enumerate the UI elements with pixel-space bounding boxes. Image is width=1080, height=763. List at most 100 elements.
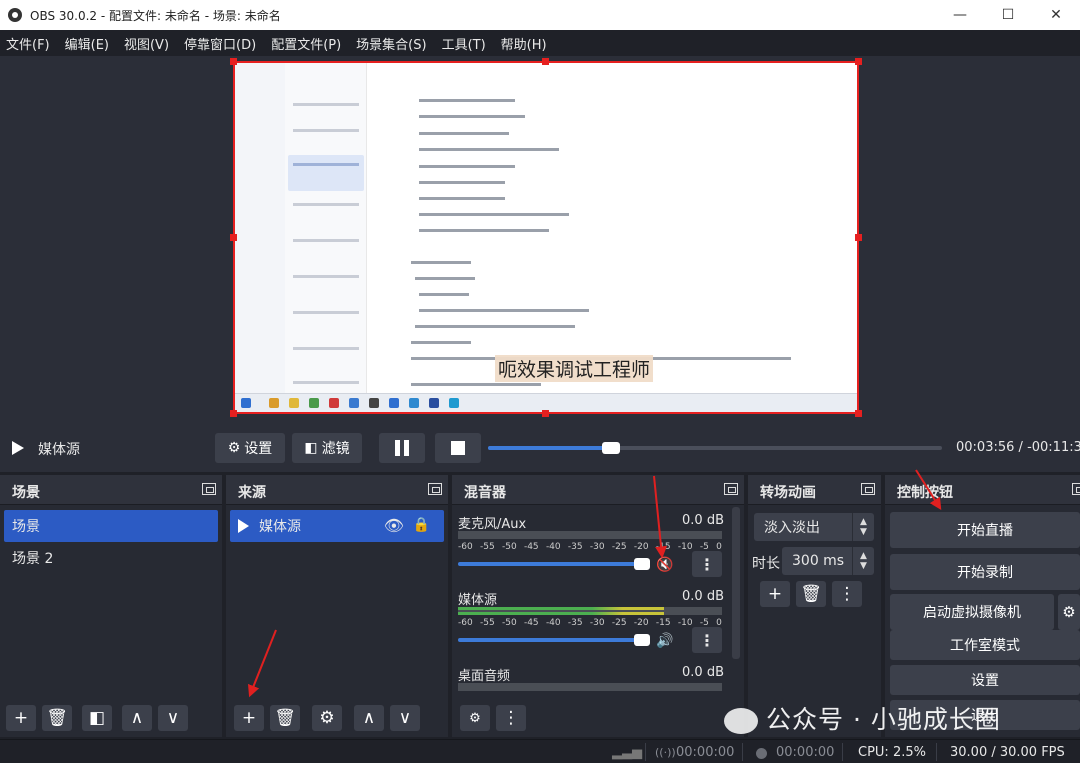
source-item[interactable]: 媒体源 👁 🔒 [230,510,444,542]
muted-speaker-icon[interactable]: 🔇 [656,557,673,573]
mixer-menu-button[interactable]: ⋮ [496,705,526,731]
media-source-name: 媒体源 [38,442,80,458]
resize-handle-tl[interactable] [230,58,237,65]
lock-icon[interactable]: 🔒 [413,517,430,533]
channel-db: 0.0 dB [682,589,724,604]
duration-value: 300 ms [792,553,845,569]
remove-scene-button[interactable]: 🗑 [42,705,72,731]
media-filters-button[interactable]: ◧ 滤镜 [292,433,362,463]
menu-profile[interactable]: 配置文件(P) [271,34,341,53]
menu-tools[interactable]: 工具(T) [442,34,486,53]
dots-icon: ⋮ [838,584,856,604]
preview-app-document [367,63,857,397]
mixer-title: 混音器 [464,485,506,501]
volume-slider[interactable] [458,634,650,646]
settings-button[interactable]: 设置 [890,665,1080,695]
eye-icon[interactable]: 👁 [384,516,404,535]
menu-view[interactable]: 视图(V) [124,34,169,53]
stop-button[interactable] [435,433,481,463]
remove-source-button[interactable]: 🗑 [270,705,300,731]
dots-icon: ⋮ [502,708,520,728]
resize-handle-t[interactable] [542,58,549,65]
undock-icon[interactable] [202,483,216,495]
resize-handle-r[interactable] [855,234,862,241]
play-icon [12,441,24,455]
add-scene-button[interactable]: + [6,705,36,731]
volume-handle[interactable] [634,558,650,570]
minimize-button[interactable]: — [936,0,984,30]
undock-icon[interactable] [1072,483,1080,495]
preview-caption: 呃效果调试工程师 [495,355,654,382]
duration-spinbox[interactable]: 300 ms ▲ ▼ [782,547,874,575]
start-streaming-button[interactable]: 开始直播 [890,512,1080,548]
preview-canvas[interactable]: 呃效果调试工程师 [233,61,859,414]
stop-icon [451,441,465,455]
volume-meter [458,683,722,691]
channel-menu-button[interactable]: ⋮ [692,627,722,653]
scene-filters-button[interactable]: ◧ [82,705,112,731]
menu-scene-collection[interactable]: 场景集合(S) [356,34,426,53]
source-properties-button[interactable]: ⚙ [312,705,342,731]
channel-name: 麦克风/Aux [458,517,527,532]
resize-handle-tr[interactable] [855,58,862,65]
record-time: 00:00:00 [776,745,835,760]
undock-icon[interactable] [861,483,875,495]
stream-time: 00:00:00 [676,745,735,760]
media-settings-button[interactable]: ⚙ 设置 [215,433,285,463]
remove-transition-button[interactable]: 🗑 [796,581,826,607]
maximize-button[interactable]: ☐ [984,0,1032,30]
menu-docks[interactable]: 停靠窗口(D) [184,34,256,53]
mixer-dock: 混音器 麦克风/Aux 0.0 dB -60 -55 -50 -45 -40 -35 -30… [452,475,744,737]
close-button[interactable]: ✕ [1032,0,1080,30]
media-controls-bar: 媒体源 ⚙ 设置 ◧ 滤镜 00:03:56 / -00:11:33 [0,426,1080,472]
seek-handle[interactable] [601,442,620,454]
source-item-label: 媒体源 [259,519,301,535]
studio-mode-button[interactable]: 工作室模式 [890,630,1080,660]
scene-item[interactable]: 场景 2 [4,542,218,574]
virtual-camera-settings-button[interactable]: ⚙ [1058,594,1080,630]
transition-select[interactable]: 淡入淡出 ▲ ▼ [754,513,874,541]
menu-help[interactable]: 帮助(H) [501,34,547,53]
move-scene-up-button[interactable]: ∧ [122,705,152,731]
gear-icon: ⚙ [319,708,335,728]
menu-bar: 文件(F) 编辑(E) 视图(V) 停靠窗口(D) 配置文件(P) 场景集合(S… [0,30,1080,56]
move-source-down-button[interactable]: ∨ [390,705,420,731]
volume-handle[interactable] [634,634,650,646]
pause-button[interactable] [379,433,425,463]
undock-icon[interactable] [724,483,738,495]
start-virtual-camera-button[interactable]: 启动虚拟摄像机 [890,594,1054,630]
controls-title: 控制按钮 [897,485,953,501]
resize-handle-br[interactable] [855,410,862,417]
trash-icon: 🗑 [46,708,68,728]
volume-slider[interactable] [458,558,650,570]
scene-item[interactable]: 场景 [4,510,218,542]
media-time: 00:03:56 / -00:11:33 [956,440,1080,455]
move-scene-down-button[interactable]: ∨ [158,705,188,731]
time-separator: / [1018,440,1023,455]
add-source-button[interactable]: + [234,705,264,731]
preview-app-sidebar [235,63,285,397]
obs-logo-icon [8,8,22,22]
media-settings-label: 设置 [244,441,273,457]
transition-menu-button[interactable]: ⋮ [832,581,862,607]
menu-file[interactable]: 文件(F) [6,34,50,53]
resize-handle-bl[interactable] [230,410,237,417]
title-bar: OBS 30.0.2 - 配置文件: 未命名 - 场景: 未命名 — ☐ ✕ [0,0,1080,30]
media-seek-slider[interactable] [488,442,942,454]
move-source-up-button[interactable]: ∧ [354,705,384,731]
start-recording-button[interactable]: 开始录制 [890,554,1080,590]
channel-menu-button[interactable]: ⋮ [692,551,722,577]
advanced-audio-button[interactable]: ⚙ [460,705,490,731]
undock-icon[interactable] [428,483,442,495]
volume-meter [458,607,722,615]
window-controls: — ☐ ✕ [936,0,1080,30]
add-transition-button[interactable]: + [760,581,790,607]
mixer-scrollbar[interactable] [732,507,740,659]
scenes-header: 场景 [0,475,222,505]
window-title: OBS 30.0.2 - 配置文件: 未命名 - 场景: 未命名 [30,8,281,23]
speaker-icon[interactable]: 🔊 [656,633,673,649]
resize-handle-l[interactable] [230,234,237,241]
resize-handle-b[interactable] [542,410,549,417]
sources-dock: 来源 媒体源 👁 🔒 + 🗑 ⚙ ∧ ∨ [226,475,448,737]
menu-edit[interactable]: 编辑(E) [65,34,109,53]
